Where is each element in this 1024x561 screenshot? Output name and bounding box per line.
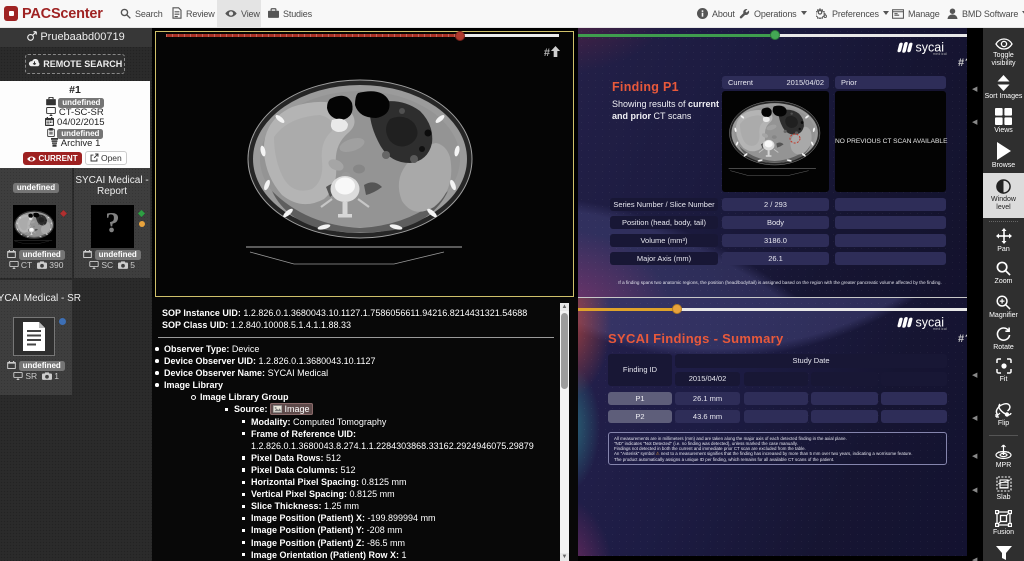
svg-text:medical: medical xyxy=(933,327,947,330)
svg-text:medical: medical xyxy=(933,52,947,55)
